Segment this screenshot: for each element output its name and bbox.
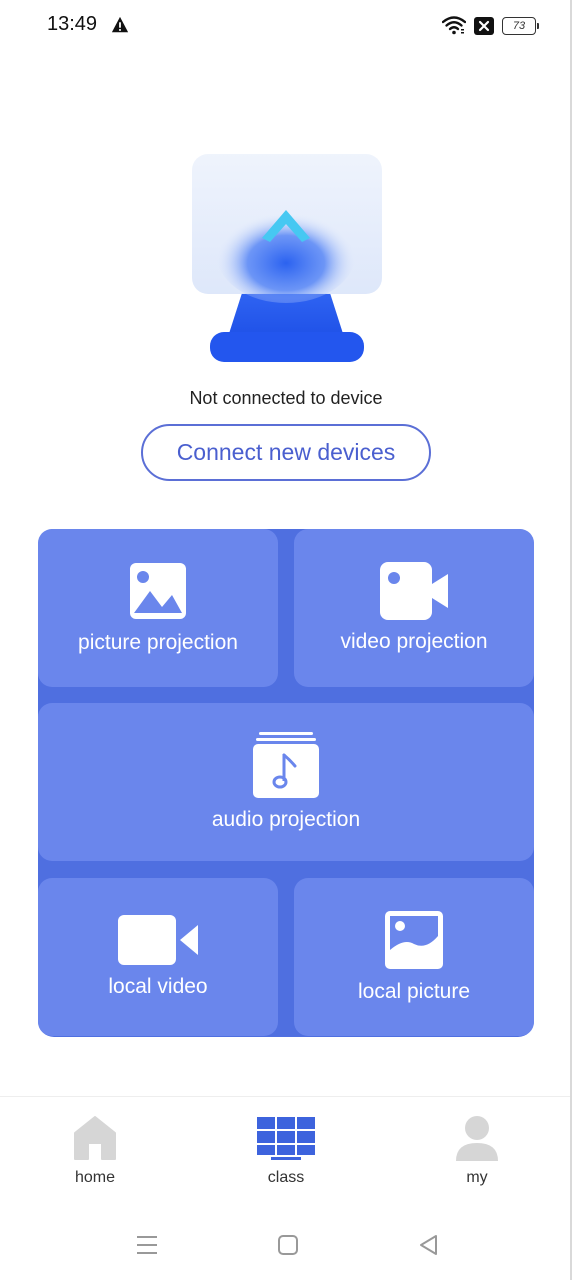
connection-status: Not connected to device (189, 388, 383, 408)
tile-label: picture projection (78, 631, 238, 654)
nav-item-class[interactable]: class (226, 1115, 346, 1187)
tile-label: video projection (340, 630, 488, 653)
status-bar: 13:49 73 (0, 0, 572, 50)
local-picture-tile[interactable]: local picture (294, 878, 534, 1036)
photo-icon (385, 911, 443, 969)
video-projection-tile[interactable]: video projection (294, 529, 534, 687)
picture-projection-tile[interactable]: picture projection (38, 529, 278, 687)
audio-projection-tile[interactable]: audio projection (38, 703, 534, 861)
nav-item-home[interactable]: home (35, 1115, 155, 1187)
image-icon (130, 563, 186, 619)
sim-off-icon (474, 17, 494, 35)
nav-item-my[interactable]: my (417, 1115, 537, 1187)
status-icons: 73 (442, 15, 539, 37)
tile-label: local picture (357, 980, 471, 1003)
menu-icon[interactable] (134, 1232, 160, 1258)
home-icon (74, 1116, 116, 1160)
video-camera-icon (380, 562, 448, 620)
system-navigation-bar (0, 1220, 572, 1270)
nav-label-my: my (466, 1169, 488, 1186)
local-video-tile[interactable]: local video (38, 878, 278, 1036)
battery-level: 73 (512, 20, 526, 32)
user-icon (456, 1116, 498, 1161)
nav-label-home: home (74, 1169, 116, 1186)
tile-label: local video (108, 975, 208, 998)
bottom-navigation: home class my (0, 1096, 570, 1207)
warning-icon (111, 16, 129, 33)
back-icon[interactable] (416, 1232, 442, 1258)
home-square-icon[interactable] (275, 1232, 301, 1258)
status-time: 13:49 (47, 13, 98, 35)
screen-cast-icon (192, 154, 382, 362)
music-album-icon (253, 732, 319, 798)
wifi-icon (442, 16, 466, 35)
battery-icon: 73 (502, 17, 539, 35)
tile-label: audio projection (211, 808, 361, 831)
video-camera-icon (118, 915, 198, 965)
grid-icon (257, 1117, 315, 1160)
nav-label-class: class (267, 1169, 305, 1186)
connect-new-devices-button[interactable]: Connect new devices (141, 424, 431, 481)
